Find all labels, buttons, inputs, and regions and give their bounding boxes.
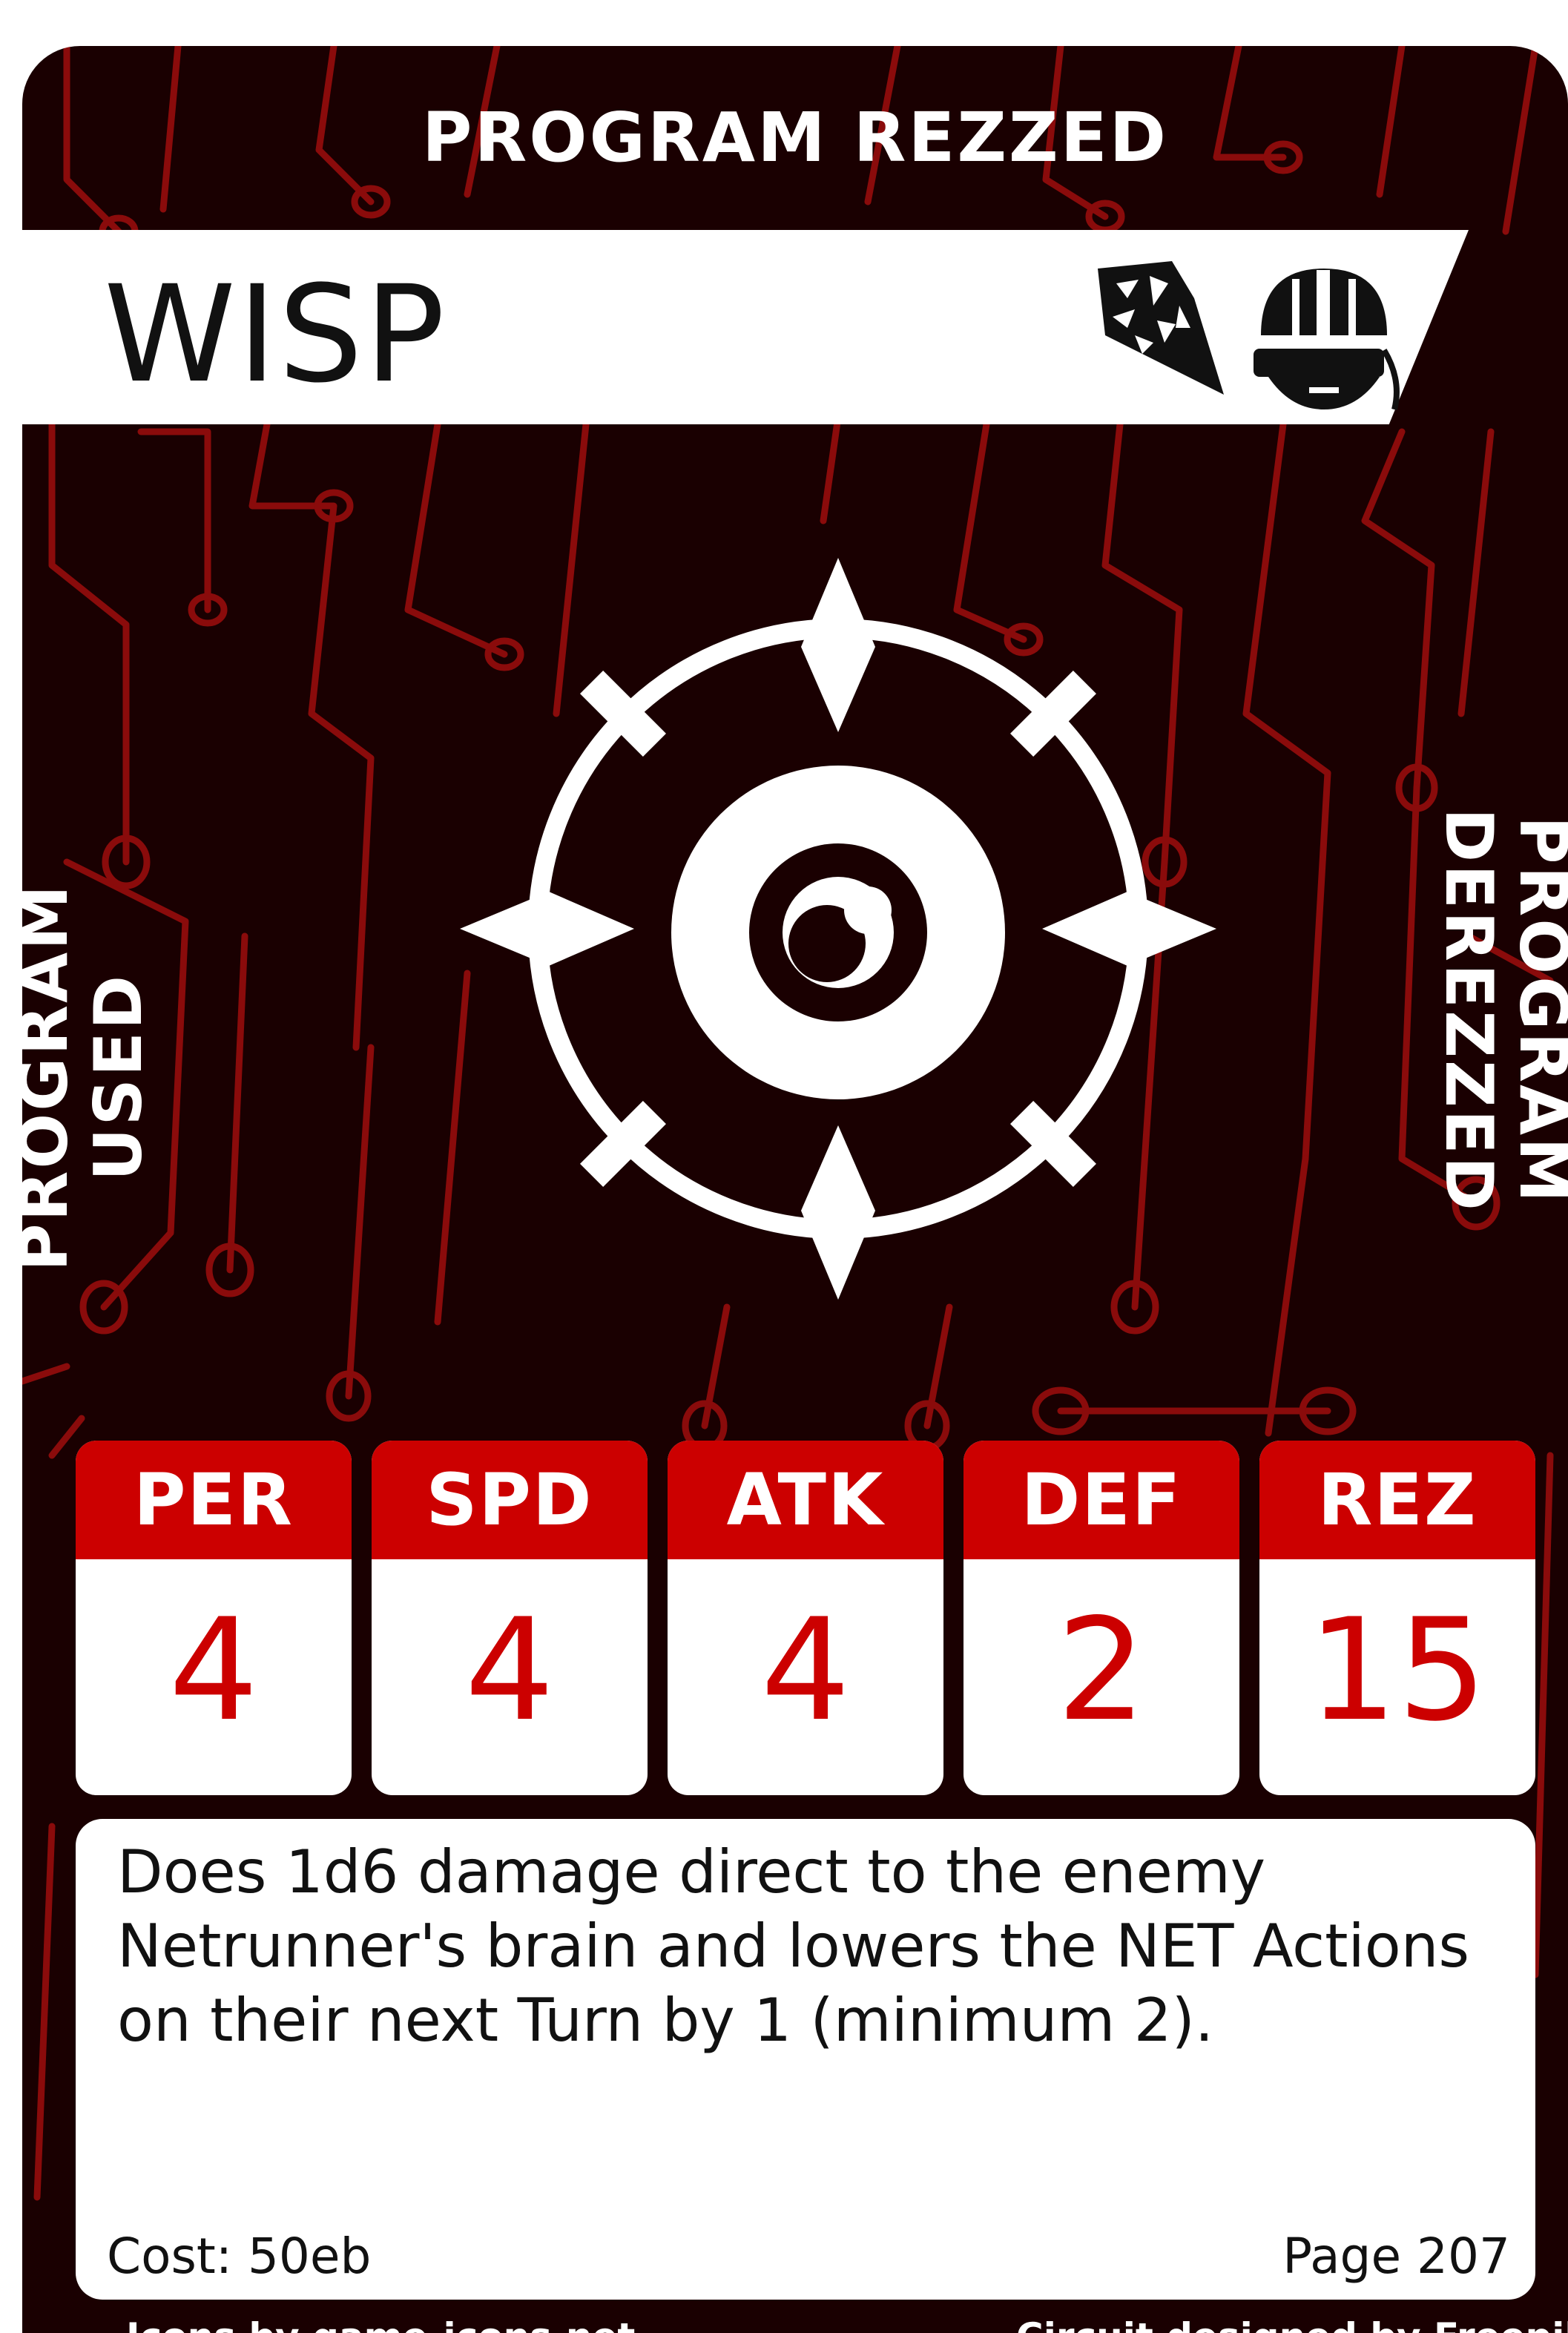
stat-label: PER — [76, 1441, 352, 1559]
stat-label: ATK — [668, 1441, 943, 1559]
description-text: Does 1d6 damage direct to the enemy Netr… — [117, 1837, 1470, 2055]
stat-value: 4 — [760, 1588, 851, 1752]
cost-label: Cost: 50eb — [107, 2228, 372, 2285]
stat-value: 2 — [1056, 1588, 1147, 1752]
stat-spd: SPD 4 — [372, 1441, 648, 1795]
compass-eye-icon — [460, 558, 1216, 1300]
icon-credit: Icons by game-icons.net — [126, 2314, 635, 2333]
page-reference: Page 207 — [1282, 2228, 1510, 2285]
stat-def: DEF 2 — [963, 1441, 1239, 1795]
stat-per: PER 4 — [76, 1441, 352, 1795]
description-box: Does 1d6 damage direct to the enemy Netr… — [76, 1819, 1535, 2300]
stat-atk: ATK 4 — [668, 1441, 943, 1795]
circuit-credit: Circuit designed by Freepik — [1016, 2314, 1568, 2333]
program-rezzed-label: PROGRAM REZZED — [422, 98, 1168, 177]
stat-rez: REZ 15 — [1259, 1441, 1535, 1795]
vr-headset-icon — [1254, 269, 1400, 410]
shattered-crystal-icon — [1098, 261, 1224, 395]
program-card: PROGRAM REZZED WISP PROGRAM USED PROGRAM… — [22, 46, 1568, 2333]
stat-value: 15 — [1308, 1588, 1487, 1752]
stat-label: SPD — [372, 1441, 648, 1559]
stat-value: 4 — [168, 1588, 259, 1752]
stat-value: 4 — [464, 1588, 555, 1752]
stat-label: DEF — [963, 1441, 1239, 1559]
card-title: WISP — [104, 257, 447, 412]
program-used-label: PROGRAM USED — [22, 883, 157, 1271]
stat-label: REZ — [1259, 1441, 1535, 1559]
program-derezzed-label: PROGRAM DEREZZED — [1431, 808, 1568, 1213]
